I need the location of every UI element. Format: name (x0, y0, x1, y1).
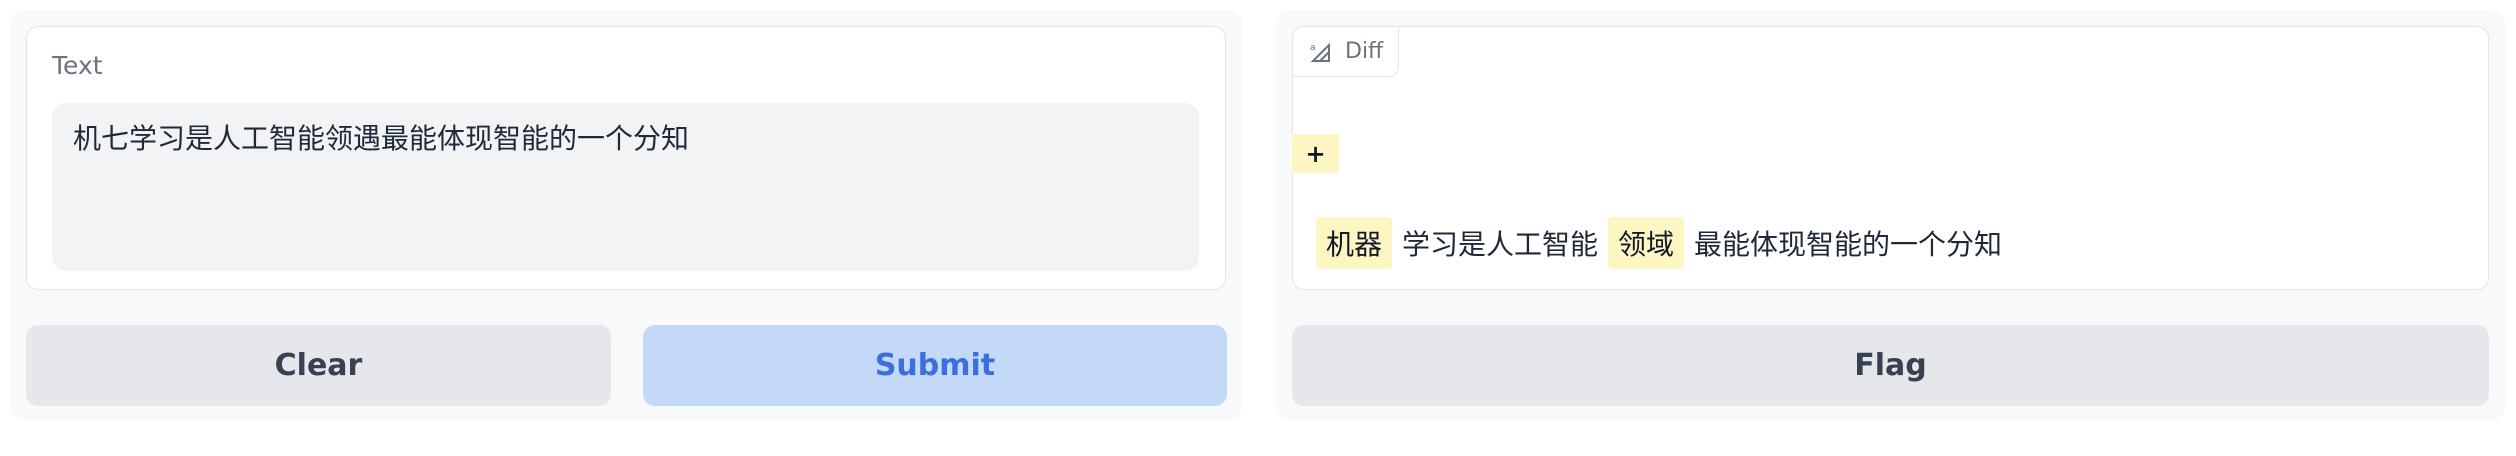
highlighted-text-icon: a (1310, 42, 1330, 62)
text-input-block: Text 机七学习是人工智能领遇最能体现智能的一个分知 (26, 26, 1226, 290)
diff-segment: 最能体现智能的一个分知 (1694, 228, 2003, 261)
flag-button[interactable]: Flag (1292, 325, 2489, 406)
svg-text:a: a (1310, 43, 1316, 53)
input-panel: Text 机七学习是人工智能领遇最能体现智能的一个分知 Clear Submit (10, 10, 1242, 420)
diff-tab: a Diff (1292, 26, 1399, 77)
diff-segment-added: 机器 (1316, 217, 1393, 269)
diff-segment-added: 领域 (1608, 217, 1685, 269)
diff-output-block: a Diff + 机器 学习是人工智能 领域 最能体现智能的一个分知 (1292, 26, 2489, 290)
text-input-label: Text (52, 51, 103, 80)
submit-button[interactable]: Submit (643, 325, 1227, 406)
diff-tab-label: Diff (1345, 39, 1384, 64)
diff-text: 机器 学习是人工智能 领域 最能体现智能的一个分知 (1316, 217, 2012, 269)
output-panel: a Diff + 机器 学习是人工智能 领域 最能体现智能的一个分知 Flag (1276, 10, 2505, 420)
clear-button[interactable]: Clear (26, 325, 611, 406)
diff-segment: 学习是人工智能 (1402, 228, 1599, 261)
legend-plus-badge: + (1292, 134, 1339, 173)
text-input[interactable]: 机七学习是人工智能领遇最能体现智能的一个分知 (52, 103, 1199, 271)
